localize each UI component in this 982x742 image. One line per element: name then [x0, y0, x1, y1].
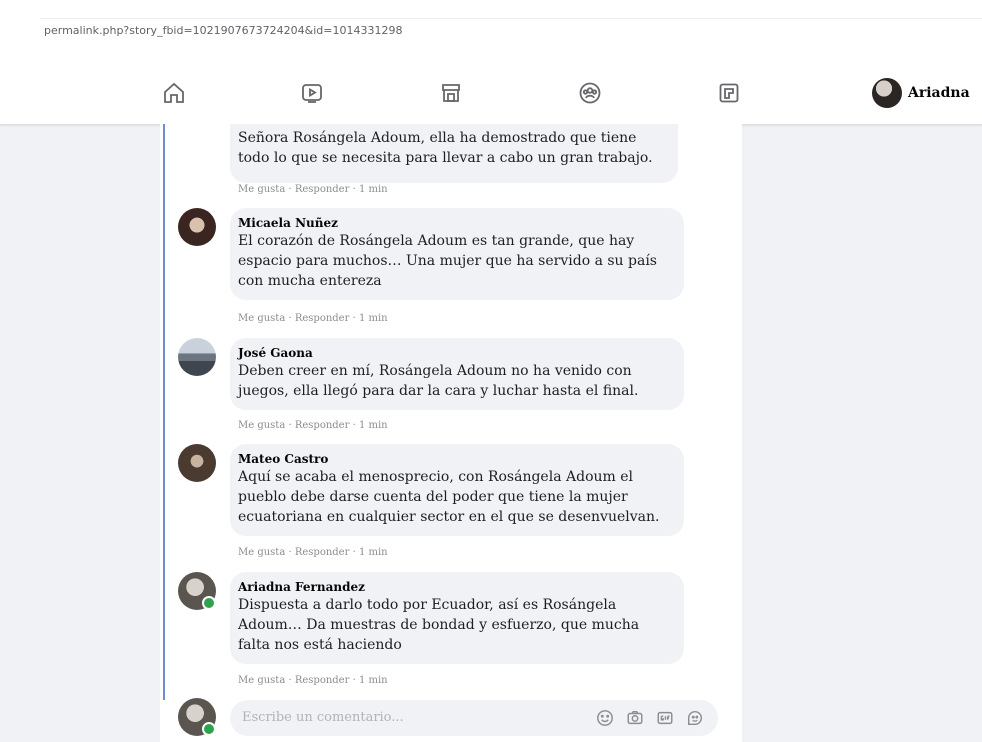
comment-time[interactable]: 1 min — [359, 547, 388, 558]
top-navigation-bar: Ariadna — [0, 58, 982, 125]
like-link[interactable]: Me gusta — [238, 313, 285, 324]
gaming-icon[interactable] — [712, 76, 746, 110]
profile-avatar — [872, 78, 902, 108]
camera-icon[interactable] — [626, 709, 644, 727]
comment-bubble: Señora Rosángela Adoum, ella ha demostra… — [230, 124, 678, 183]
comment-item: Micaela Nuñez El corazón de Rosángela Ad… — [178, 208, 718, 330]
comment-author[interactable]: Micaela Nuñez — [238, 216, 672, 231]
comment-bubble: Mateo Castro Aquí se acaba el menospreci… — [230, 444, 684, 536]
comment-bubble: Micaela Nuñez El corazón de Rosángela Ad… — [230, 208, 684, 300]
comment-item: Ariadna Fernandez Dispuesta a darlo todo… — [178, 572, 718, 692]
marketplace-icon[interactable] — [434, 76, 468, 110]
url-text[interactable]: permalink.php?story_fbid=102190767372420… — [44, 24, 402, 37]
reply-link[interactable]: Responder — [295, 675, 350, 686]
comment-item: Mateo Castro Aquí se acaba el menospreci… — [178, 444, 718, 566]
comment-time[interactable]: 1 min — [359, 184, 388, 195]
composer-icons — [596, 709, 704, 727]
commenter-avatar[interactable] — [178, 572, 216, 610]
emoji-icon[interactable] — [596, 709, 614, 727]
commenter-avatar[interactable] — [178, 338, 216, 376]
watch-video-icon[interactable] — [295, 76, 329, 110]
comment-actions: Me gusta · Responder · 1 min — [238, 184, 388, 195]
comment-author[interactable]: Ariadna Fernandez — [238, 580, 672, 595]
like-link[interactable]: Me gusta — [238, 675, 285, 686]
comment-text: El corazón de Rosángela Adoum es tan gra… — [238, 233, 657, 289]
reply-link[interactable]: Responder — [295, 420, 350, 431]
profile-name: Ariadna — [908, 85, 970, 101]
current-user-avatar[interactable] — [178, 698, 216, 736]
comment-time[interactable]: 1 min — [359, 420, 388, 431]
reply-link[interactable]: Responder — [295, 313, 350, 324]
comment-composer — [178, 696, 726, 742]
commenter-avatar[interactable] — [178, 208, 216, 246]
comment-actions: Me gusta · Responder · 1 min — [238, 420, 388, 431]
comment-author[interactable]: José Gaona — [238, 346, 672, 361]
comment-bubble: Ariadna Fernandez Dispuesta a darlo todo… — [230, 572, 684, 664]
comment-time[interactable]: 1 min — [359, 313, 388, 324]
profile-button[interactable]: Ariadna — [872, 78, 970, 108]
comment-item: Señora Rosángela Adoum, ella ha demostra… — [178, 124, 718, 200]
browser-address-bar[interactable]: permalink.php?story_fbid=102190767372420… — [0, 0, 982, 59]
comment-bubble: José Gaona Deben creer en mí, Rosángela … — [230, 338, 684, 410]
comment-text: Deben creer en mí, Rosángela Adoum no ha… — [238, 363, 639, 399]
comment-input-box[interactable] — [230, 700, 718, 736]
comment-time[interactable]: 1 min — [359, 675, 388, 686]
comment-item: José Gaona Deben creer en mí, Rosángela … — [178, 338, 718, 438]
comment-actions: Me gusta · Responder · 1 min — [238, 547, 388, 558]
home-icon[interactable] — [157, 76, 191, 110]
comment-input[interactable] — [240, 709, 564, 726]
like-link[interactable]: Me gusta — [238, 547, 285, 558]
like-link[interactable]: Me gusta — [238, 420, 285, 431]
comment-actions: Me gusta · Responder · 1 min — [238, 675, 388, 686]
commenter-avatar[interactable] — [178, 444, 216, 482]
like-link[interactable]: Me gusta — [238, 184, 285, 195]
comment-actions: Me gusta · Responder · 1 min — [238, 313, 388, 324]
groups-icon[interactable] — [573, 76, 607, 110]
comment-author[interactable]: Mateo Castro — [238, 452, 672, 467]
gif-icon[interactable] — [656, 709, 674, 727]
comment-text: Aquí se acaba el menosprecio, con Rosáng… — [238, 469, 660, 525]
comment-text: Dispuesta a darlo todo por Ecuador, así … — [238, 597, 640, 653]
reply-link[interactable]: Responder — [295, 184, 350, 195]
comment-text: Señora Rosángela Adoum, ella ha demostra… — [238, 130, 653, 166]
reply-link[interactable]: Responder — [295, 547, 350, 558]
thread-line — [163, 124, 165, 700]
sticker-icon[interactable] — [686, 709, 704, 727]
